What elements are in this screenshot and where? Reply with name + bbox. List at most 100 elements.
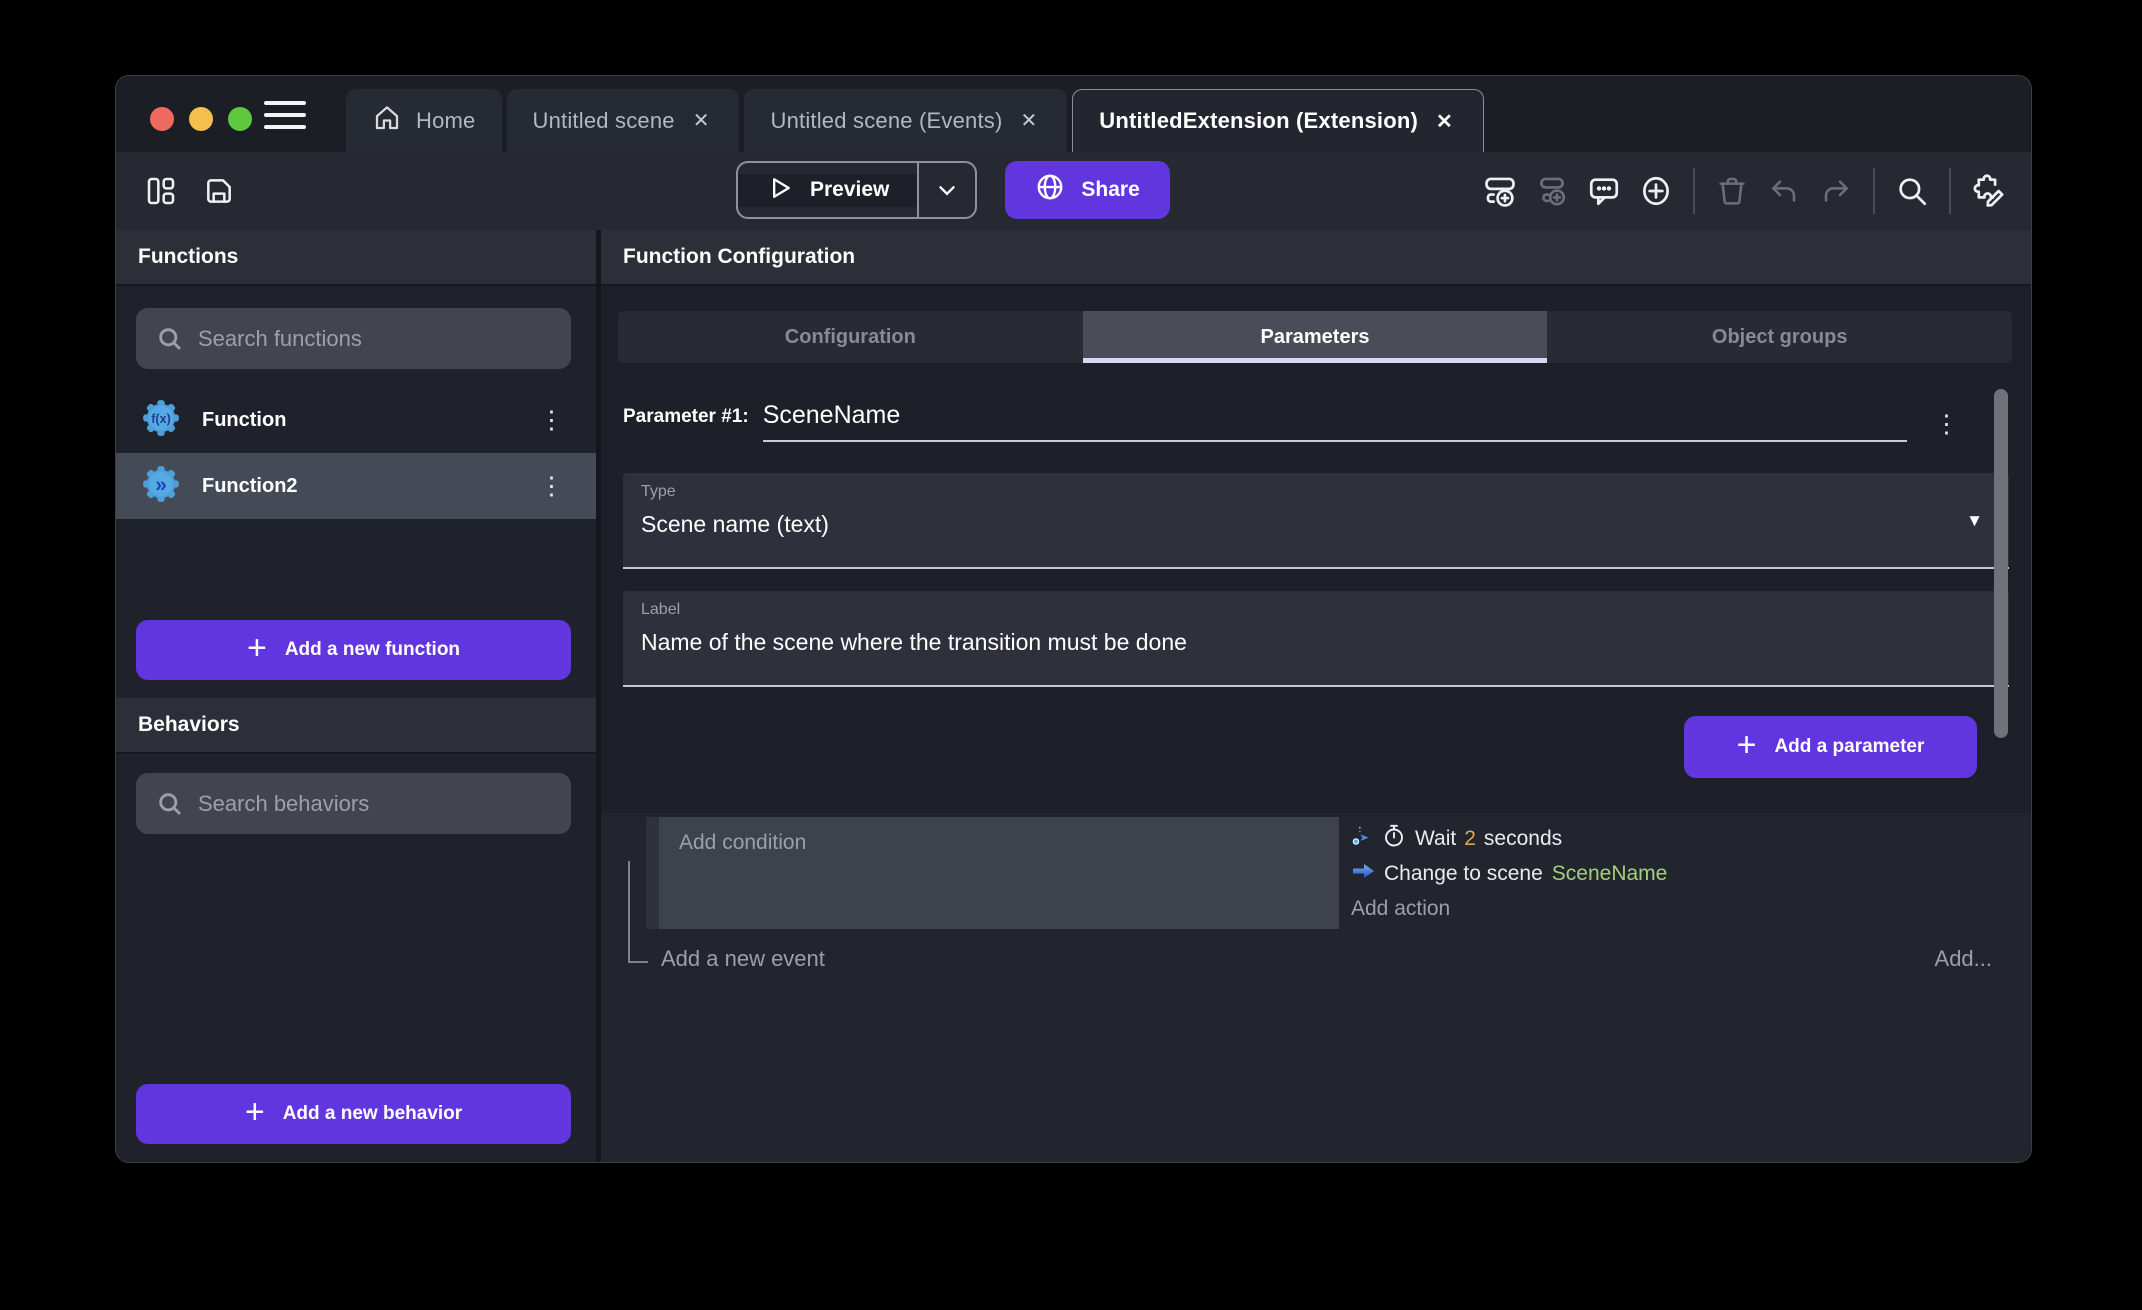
wait-text: Wait [1415, 827, 1456, 851]
toolbar-right [1477, 168, 2011, 214]
titlebar: Home Untitled scene ✕ Untitled scene (Ev… [116, 76, 2031, 152]
type-value: Scene name (text) [641, 511, 1991, 538]
add-function-button[interactable]: + Add a new function [136, 620, 571, 680]
async-icon [1351, 825, 1382, 853]
plus-icon: + [247, 629, 267, 668]
add-subevent-icon[interactable] [1529, 168, 1575, 214]
globe-icon [1035, 172, 1065, 208]
add-new-event-button[interactable]: Add a new event [661, 946, 825, 972]
action-change-scene[interactable]: Change to scene SceneName [1351, 856, 1667, 891]
add-circle-icon[interactable] [1633, 168, 1679, 214]
edit-extension-icon[interactable] [1965, 168, 2011, 214]
tab-object-groups[interactable]: Object groups [1547, 311, 2012, 363]
tab-label: Object groups [1712, 326, 1848, 349]
add-comment-icon[interactable] [1581, 168, 1627, 214]
close-icon[interactable]: ✕ [1432, 107, 1457, 136]
search-functions-box [136, 308, 571, 369]
label-value: Name of the scene where the transition m… [641, 629, 1991, 656]
main-panel: Function Configuration Configuration Par… [601, 230, 2031, 1163]
dropdown-arrow-icon[interactable]: ▼ [1966, 511, 1983, 531]
close-icon[interactable]: ✕ [689, 106, 714, 135]
wait-value: 2 [1464, 827, 1476, 851]
tab-configuration[interactable]: Configuration [618, 311, 1083, 363]
share-button[interactable]: Share [1005, 161, 1169, 219]
tab-label: Untitled scene (Events) [770, 108, 1002, 134]
event-drag-handle[interactable] [646, 817, 659, 929]
svg-text:f(x): f(x) [151, 412, 171, 426]
stopwatch-icon [1382, 824, 1415, 854]
tab-bar: Home Untitled scene ✕ Untitled scene (Ev… [346, 89, 1489, 152]
tab-label: Home [416, 108, 476, 134]
redo-icon[interactable] [1813, 168, 1859, 214]
configuration-tabs: Configuration Parameters Object groups [618, 311, 2012, 363]
behaviors-header: Behaviors [116, 698, 596, 754]
add-parameter-button[interactable]: + Add a parameter [1684, 716, 1977, 778]
add-function-label: Add a new function [285, 639, 460, 661]
function2-list-item[interactable]: » Function2 ⋮ [116, 453, 596, 519]
toolbar-center: Preview Share [736, 161, 1170, 219]
parameter-label-field[interactable]: Label Name of the scene where the transi… [623, 591, 2009, 687]
function-list-item[interactable]: f(x) Function ⋮ [116, 387, 596, 453]
plus-icon: + [245, 1093, 265, 1132]
add-action-label: Add action [1351, 897, 1450, 921]
content-area: Functions [116, 230, 2031, 1163]
main-menu-icon[interactable] [264, 101, 306, 129]
app-window: Home Untitled scene ✕ Untitled scene (Ev… [115, 75, 2032, 1163]
functions-title: Functions [138, 245, 238, 269]
context-menu-icon[interactable]: ⋮ [531, 404, 572, 437]
tab-label: Configuration [785, 326, 916, 349]
delete-icon[interactable] [1709, 168, 1755, 214]
add-behavior-label: Add a new behavior [283, 1103, 462, 1125]
action-wait[interactable]: Wait 2 seconds [1351, 821, 1667, 856]
add-condition-button[interactable]: Add condition [679, 831, 806, 854]
add-event-icon[interactable] [1477, 168, 1523, 214]
tab-untitled-scene-events[interactable]: Untitled scene (Events) ✕ [744, 89, 1067, 152]
search-icon [156, 790, 184, 818]
context-menu-icon[interactable]: ⋮ [531, 470, 572, 503]
type-label: Type [641, 483, 1991, 501]
add-more-button[interactable]: Add... [1935, 946, 1992, 972]
change-scene-text: Change to scene [1384, 862, 1543, 886]
tab-home[interactable]: Home [346, 89, 502, 152]
parameter-menu-icon[interactable]: ⋮ [1926, 408, 1967, 441]
actions-column: Wait 2 seconds Change to scene SceneName… [1351, 821, 1667, 926]
preview-options-button[interactable] [919, 177, 975, 203]
wait-suffix: seconds [1484, 827, 1562, 851]
preview-main[interactable]: Preview [738, 174, 917, 207]
function-configuration-header: Function Configuration [601, 230, 2031, 286]
scrollbar-thumb[interactable] [1994, 389, 2008, 738]
preview-label: Preview [810, 178, 889, 202]
search-behaviors-input[interactable] [198, 791, 571, 817]
parameter-name-field[interactable]: SceneName [763, 401, 1907, 442]
parameter-type-field[interactable]: Type Scene name (text) ▼ [623, 473, 2009, 569]
close-icon[interactable]: ✕ [1017, 106, 1042, 135]
search-icon[interactable] [1889, 168, 1935, 214]
behaviors-title: Behaviors [138, 713, 240, 737]
tab-untitled-extension[interactable]: UntitledExtension (Extension) ✕ [1072, 89, 1483, 152]
tab-parameters[interactable]: Parameters [1083, 311, 1548, 363]
toolbar-left [138, 168, 242, 214]
function-gear-icon: f(x) [140, 397, 182, 444]
toolbar: Preview Share [116, 152, 2031, 230]
undo-icon[interactable] [1761, 168, 1807, 214]
function2-gear-icon: » [140, 463, 182, 510]
add-behavior-button[interactable]: + Add a new behavior [136, 1084, 571, 1144]
preview-button[interactable]: Preview [736, 161, 977, 219]
open-project-manager-icon[interactable] [138, 168, 184, 214]
minimize-window-button[interactable] [189, 107, 213, 131]
function-label: Function [202, 409, 531, 432]
tab-untitled-scene[interactable]: Untitled scene ✕ [507, 89, 740, 152]
change-scene-value: SceneName [1552, 862, 1668, 886]
save-icon[interactable] [196, 168, 242, 214]
add-action-button[interactable]: Add action [1351, 891, 1667, 926]
close-window-button[interactable] [150, 107, 174, 131]
label-label: Label [641, 601, 1991, 619]
events-sheet: Add condition Wait 2 seconds [601, 813, 2031, 1163]
play-icon [766, 174, 794, 207]
tab-label: Parameters [1261, 326, 1370, 349]
conditions-column[interactable]: Add condition [659, 817, 1339, 929]
maximize-window-button[interactable] [228, 107, 252, 131]
search-functions-input[interactable] [198, 326, 571, 352]
function-label: Function2 [202, 475, 531, 498]
toolbar-separator [1693, 168, 1695, 214]
